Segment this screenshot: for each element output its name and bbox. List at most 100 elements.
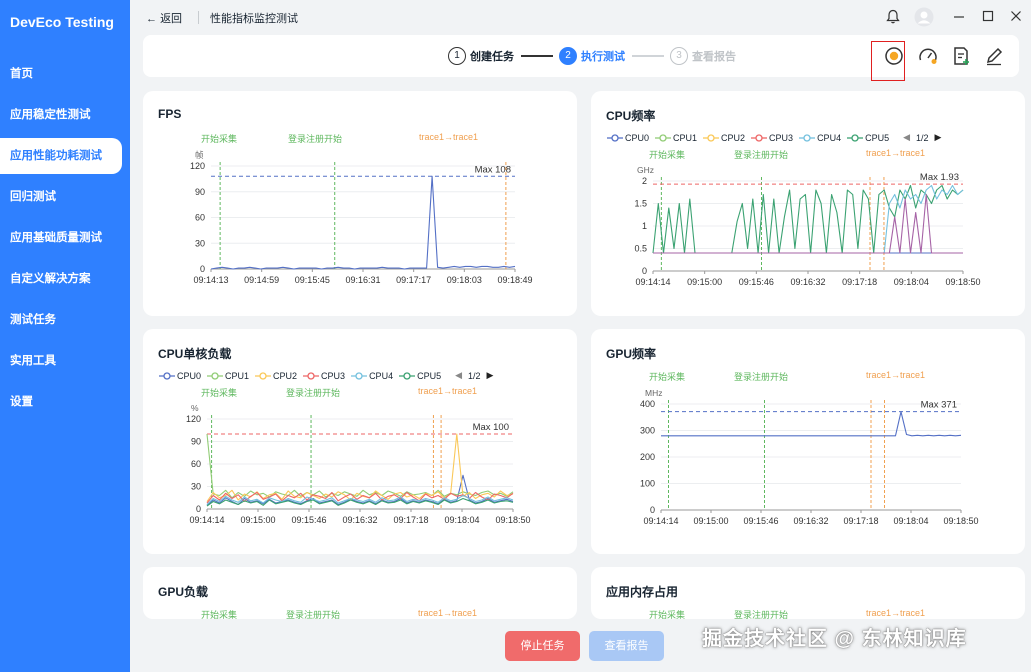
x-tick-label: 09:15:00 bbox=[687, 277, 722, 287]
max-label: Max 1.93 bbox=[920, 172, 959, 183]
x-tick-label: 09:18:04 bbox=[893, 516, 928, 526]
legend-item[interactable]: CPU0 bbox=[607, 133, 649, 143]
legend-marker-icon bbox=[303, 371, 320, 380]
legend-prev-icon[interactable]: ◀ bbox=[903, 132, 910, 143]
legend-page: 1/2 bbox=[916, 132, 929, 143]
x-tick-label: 09:15:45 bbox=[295, 275, 330, 285]
marker-login-label: 登录注册开始 bbox=[734, 150, 789, 160]
step-label: 查看报告 bbox=[692, 51, 736, 63]
legend-item[interactable]: CPU0 bbox=[159, 371, 201, 381]
marker-start-label: 开始采集 bbox=[649, 150, 686, 160]
legend-next-icon[interactable]: ▶ bbox=[935, 132, 942, 143]
y-tick-label: 1.5 bbox=[634, 199, 647, 209]
legend-marker-icon bbox=[399, 371, 416, 380]
series-line bbox=[210, 175, 516, 270]
sidebar-item-performance[interactable]: 应用性能功耗测试 bbox=[0, 138, 122, 174]
y-tick-label: 0 bbox=[200, 264, 205, 274]
step-connector bbox=[632, 55, 664, 57]
legend-item[interactable]: CPU3 bbox=[303, 371, 345, 381]
x-tick-label: 09:14:13 bbox=[193, 275, 228, 285]
legend-label: CPU2 bbox=[721, 132, 746, 143]
step-number: 3 bbox=[670, 47, 688, 65]
stop-task-button[interactable]: 停止任务 bbox=[505, 631, 580, 661]
legend-page: 1/2 bbox=[468, 370, 481, 381]
x-tick-label: 09:14:59 bbox=[244, 275, 279, 285]
gpu-freq-card: GPU频率 开始采集 登录注册开始 trace1→trace1 MHz 0 100 2… bbox=[591, 329, 1025, 554]
x-tick-label: 09:15:46 bbox=[743, 516, 778, 526]
marker-login-label: 登录注册开始 bbox=[734, 610, 789, 619]
legend-item[interactable]: CPU4 bbox=[351, 371, 393, 381]
sidebar-item-tasks[interactable]: 测试任务 bbox=[0, 302, 122, 338]
legend-next-icon[interactable]: ▶ bbox=[487, 370, 494, 381]
y-tick-label: 60 bbox=[191, 459, 201, 469]
bell-icon[interactable] bbox=[886, 9, 900, 27]
legend-marker-icon bbox=[207, 371, 224, 380]
y-tick-label: 0.5 bbox=[634, 244, 647, 254]
legend-label: CPU3 bbox=[769, 132, 794, 143]
x-tick-label: 09:18:04 bbox=[894, 277, 929, 287]
chart-legend: CPU0 CPU1 CPU2 CPU3 CPU4 CPU5 ◀ 1/2 ▶ bbox=[607, 132, 941, 143]
sidebar-item-settings[interactable]: 设置 bbox=[0, 384, 122, 420]
y-tick-label: 1 bbox=[642, 221, 647, 231]
fps-chart: 帧 0 30 60 90 120 09:14:13 09:14:59 09:15:45 09:16… bbox=[190, 150, 533, 285]
sidebar-item-regression[interactable]: 回归测试 bbox=[0, 179, 122, 215]
chart-title: FPS bbox=[158, 107, 182, 121]
step-label: 执行测试 bbox=[581, 51, 625, 63]
edit-icon[interactable] bbox=[983, 45, 1005, 67]
legend-item[interactable]: CPU1 bbox=[655, 133, 697, 143]
stepper-bar: 1 创建任务 2 执行测试 3 查看报告 bbox=[143, 35, 1019, 81]
close-icon[interactable] bbox=[1010, 9, 1022, 26]
max-label: Max 108 bbox=[475, 164, 511, 175]
y-tick-label: 120 bbox=[190, 161, 205, 171]
sidebar-item-stability[interactable]: 应用稳定性测试 bbox=[0, 97, 122, 133]
sidebar-item-home[interactable]: 首页 bbox=[0, 56, 122, 92]
gauge-icon[interactable] bbox=[917, 45, 939, 67]
x-tick-label: 09:18:50 bbox=[945, 277, 980, 287]
avatar-icon[interactable] bbox=[914, 7, 934, 30]
back-button[interactable]: ← 返回 bbox=[146, 10, 182, 26]
legend-item[interactable]: CPU5 bbox=[399, 371, 441, 381]
marker-start-label: 开始采集 bbox=[201, 388, 238, 398]
legend-item[interactable]: CPU1 bbox=[207, 371, 249, 381]
sidebar: DevEco Testing 首页 应用稳定性测试 应用性能功耗测试 回归测试 … bbox=[0, 0, 130, 672]
legend-item[interactable]: CPU2 bbox=[255, 371, 297, 381]
view-report-button[interactable]: 查看报告 bbox=[589, 631, 664, 661]
minimize-icon[interactable] bbox=[953, 9, 965, 26]
x-tick-label: 09:17:18 bbox=[842, 277, 877, 287]
y-tick-label: 120 bbox=[186, 414, 201, 424]
back-label: 返回 bbox=[160, 13, 183, 25]
x-tick-label: 09:18:50 bbox=[495, 515, 530, 525]
sidebar-item-custom[interactable]: 自定义解决方案 bbox=[0, 261, 122, 297]
legend-item[interactable]: CPU3 bbox=[751, 133, 793, 143]
legend-prev-icon[interactable]: ◀ bbox=[455, 370, 462, 381]
maximize-icon[interactable] bbox=[982, 9, 994, 26]
marker-trace-label: trace1→trace1 bbox=[866, 148, 926, 158]
legend-label: CPU4 bbox=[369, 370, 394, 381]
y-tick-label: 0 bbox=[196, 504, 201, 514]
x-tick-label: 09:14:14 bbox=[643, 516, 678, 526]
legend-item[interactable]: CPU5 bbox=[847, 133, 889, 143]
back-arrow-icon: ← bbox=[146, 13, 157, 25]
x-tick-label: 09:18:04 bbox=[444, 515, 479, 525]
legend-item[interactable]: CPU2 bbox=[703, 133, 745, 143]
y-tick-label: 60 bbox=[195, 213, 205, 223]
record-icon[interactable] bbox=[883, 45, 905, 67]
max-label: Max 371 bbox=[921, 400, 957, 411]
chart-title: GPU频率 bbox=[606, 347, 657, 361]
legend-marker-icon bbox=[703, 133, 720, 142]
legend-marker-icon bbox=[607, 133, 623, 142]
y-tick-label: 30 bbox=[195, 238, 205, 248]
sidebar-item-tools[interactable]: 实用工具 bbox=[0, 343, 122, 379]
add-document-icon[interactable] bbox=[950, 45, 972, 67]
y-tick-label: 90 bbox=[195, 187, 205, 197]
marker-login-label: 登录注册开始 bbox=[286, 610, 341, 619]
marker-trace-label: trace1→trace1 bbox=[418, 608, 478, 618]
step-connector bbox=[521, 55, 553, 57]
memory-card: 应用内存占用 开始采集 登录注册开始 trace1→trace1 bbox=[591, 567, 1025, 619]
legend-marker-icon bbox=[847, 133, 864, 142]
legend-label: CPU0 bbox=[625, 132, 650, 143]
y-tick-label: 200 bbox=[640, 452, 655, 462]
cpu-freq-card: CPU频率 CPU0 CPU1 CPU2 CPU3 CPU4 CPU5 ◀ 1/2 ▶ 开始采集… bbox=[591, 91, 1025, 316]
legend-item[interactable]: CPU4 bbox=[799, 133, 841, 143]
sidebar-item-quality[interactable]: 应用基础质量测试 bbox=[0, 220, 122, 256]
